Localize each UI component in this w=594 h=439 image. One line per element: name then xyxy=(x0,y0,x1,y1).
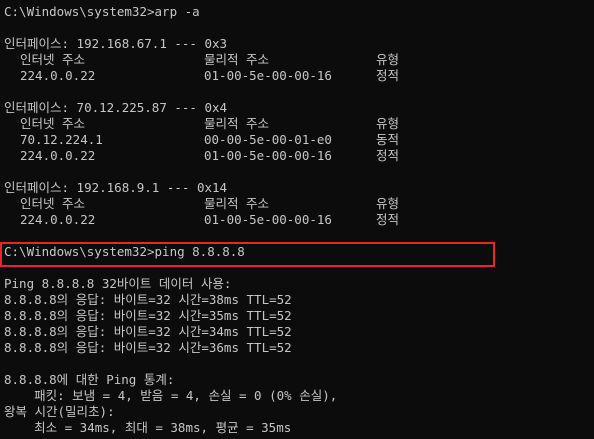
arp-table-header: 인터넷 주소 물리적 주소 유형 xyxy=(4,196,594,212)
ping-reply: 8.8.8.8의 응답: 바이트=32 시간=36ms TTL=52 xyxy=(4,340,292,355)
arp-interface-block: 인터페이스: 70.12.225.87 --- 0x4 인터넷 주소 물리적 주… xyxy=(4,100,594,164)
ping-stats-header: 8.8.8.8에 대한 Ping 통계: xyxy=(4,372,175,387)
column-mac-header: 물리적 주소 xyxy=(204,196,270,211)
arp-interface-block: 인터페이스: 192.168.67.1 --- 0x3 인터넷 주소 물리적 주… xyxy=(4,36,594,84)
arp-table-row: 224.0.0.22 01-00-5e-00-00-16 정적 xyxy=(4,68,594,84)
arp-type: 동적 xyxy=(376,132,400,147)
arp-mac: 00-00-5e-00-01-e0 xyxy=(204,132,332,147)
ping-command-line: C:\Windows\system32>ping 8.8.8.8 xyxy=(4,244,245,259)
arp-interface-header: 인터페이스: 70.12.225.87 --- 0x4 xyxy=(4,100,228,115)
ping-intro: Ping 8.8.8.8 32바이트 데이터 사용: xyxy=(4,276,232,291)
ping-reply: 8.8.8.8의 응답: 바이트=32 시간=35ms TTL=52 xyxy=(4,308,292,323)
arp-table-row: 224.0.0.22 01-00-5e-00-00-16 정적 xyxy=(4,212,594,228)
arp-table-row: 224.0.0.22 01-00-5e-00-00-16 정적 xyxy=(4,148,594,164)
ping-rtt-line: 최소 = 34ms, 최대 = 38ms, 평균 = 35ms xyxy=(4,420,292,435)
arp-interface-header: 인터페이스: 192.168.67.1 --- 0x3 xyxy=(4,36,228,51)
column-ip-header: 인터넷 주소 xyxy=(20,116,86,131)
arp-mac: 01-00-5e-00-00-16 xyxy=(204,68,332,83)
column-type-header: 유형 xyxy=(376,52,400,67)
ping-rtt-header: 왕복 시간(밀리초): xyxy=(4,404,115,419)
ping-reply: 8.8.8.8의 응답: 바이트=32 시간=38ms TTL=52 xyxy=(4,292,292,307)
ping-packets-line: 패킷: 보냄 = 4, 받음 = 4, 손실 = 0 (0% 손실), xyxy=(4,388,338,403)
arp-command-line: C:\Windows\system32>arp -a xyxy=(4,4,200,19)
arp-ip: 224.0.0.22 xyxy=(20,212,96,227)
arp-ip: 224.0.0.22 xyxy=(20,68,96,83)
column-mac-header: 물리적 주소 xyxy=(204,52,270,67)
arp-mac: 01-00-5e-00-00-16 xyxy=(204,212,332,227)
column-type-header: 유형 xyxy=(376,196,400,211)
arp-mac: 01-00-5e-00-00-16 xyxy=(204,148,332,163)
arp-type: 정적 xyxy=(376,68,400,83)
arp-ip: 224.0.0.22 xyxy=(20,148,96,163)
column-ip-header: 인터넷 주소 xyxy=(20,196,86,211)
arp-type: 정적 xyxy=(376,212,400,227)
arp-table-header: 인터넷 주소 물리적 주소 유형 xyxy=(4,116,594,132)
ping-reply: 8.8.8.8의 응답: 바이트=32 시간=34ms TTL=52 xyxy=(4,324,292,339)
arp-ip: 70.12.224.1 xyxy=(20,132,103,147)
arp-interface-header: 인터페이스: 192.168.9.1 --- 0x14 xyxy=(4,180,228,195)
column-ip-header: 인터넷 주소 xyxy=(20,52,86,67)
column-mac-header: 물리적 주소 xyxy=(204,116,270,131)
arp-interface-block: 인터페이스: 192.168.9.1 --- 0x14 인터넷 주소 물리적 주… xyxy=(4,180,594,228)
console-output[interactable]: C:\Windows\system32>arp -a 인터페이스: 192.16… xyxy=(0,0,594,439)
arp-table-header: 인터넷 주소 물리적 주소 유형 xyxy=(4,52,594,68)
arp-type: 정적 xyxy=(376,148,400,163)
column-type-header: 유형 xyxy=(376,116,400,131)
arp-table-row: 70.12.224.1 00-00-5e-00-01-e0 동적 xyxy=(4,132,594,148)
